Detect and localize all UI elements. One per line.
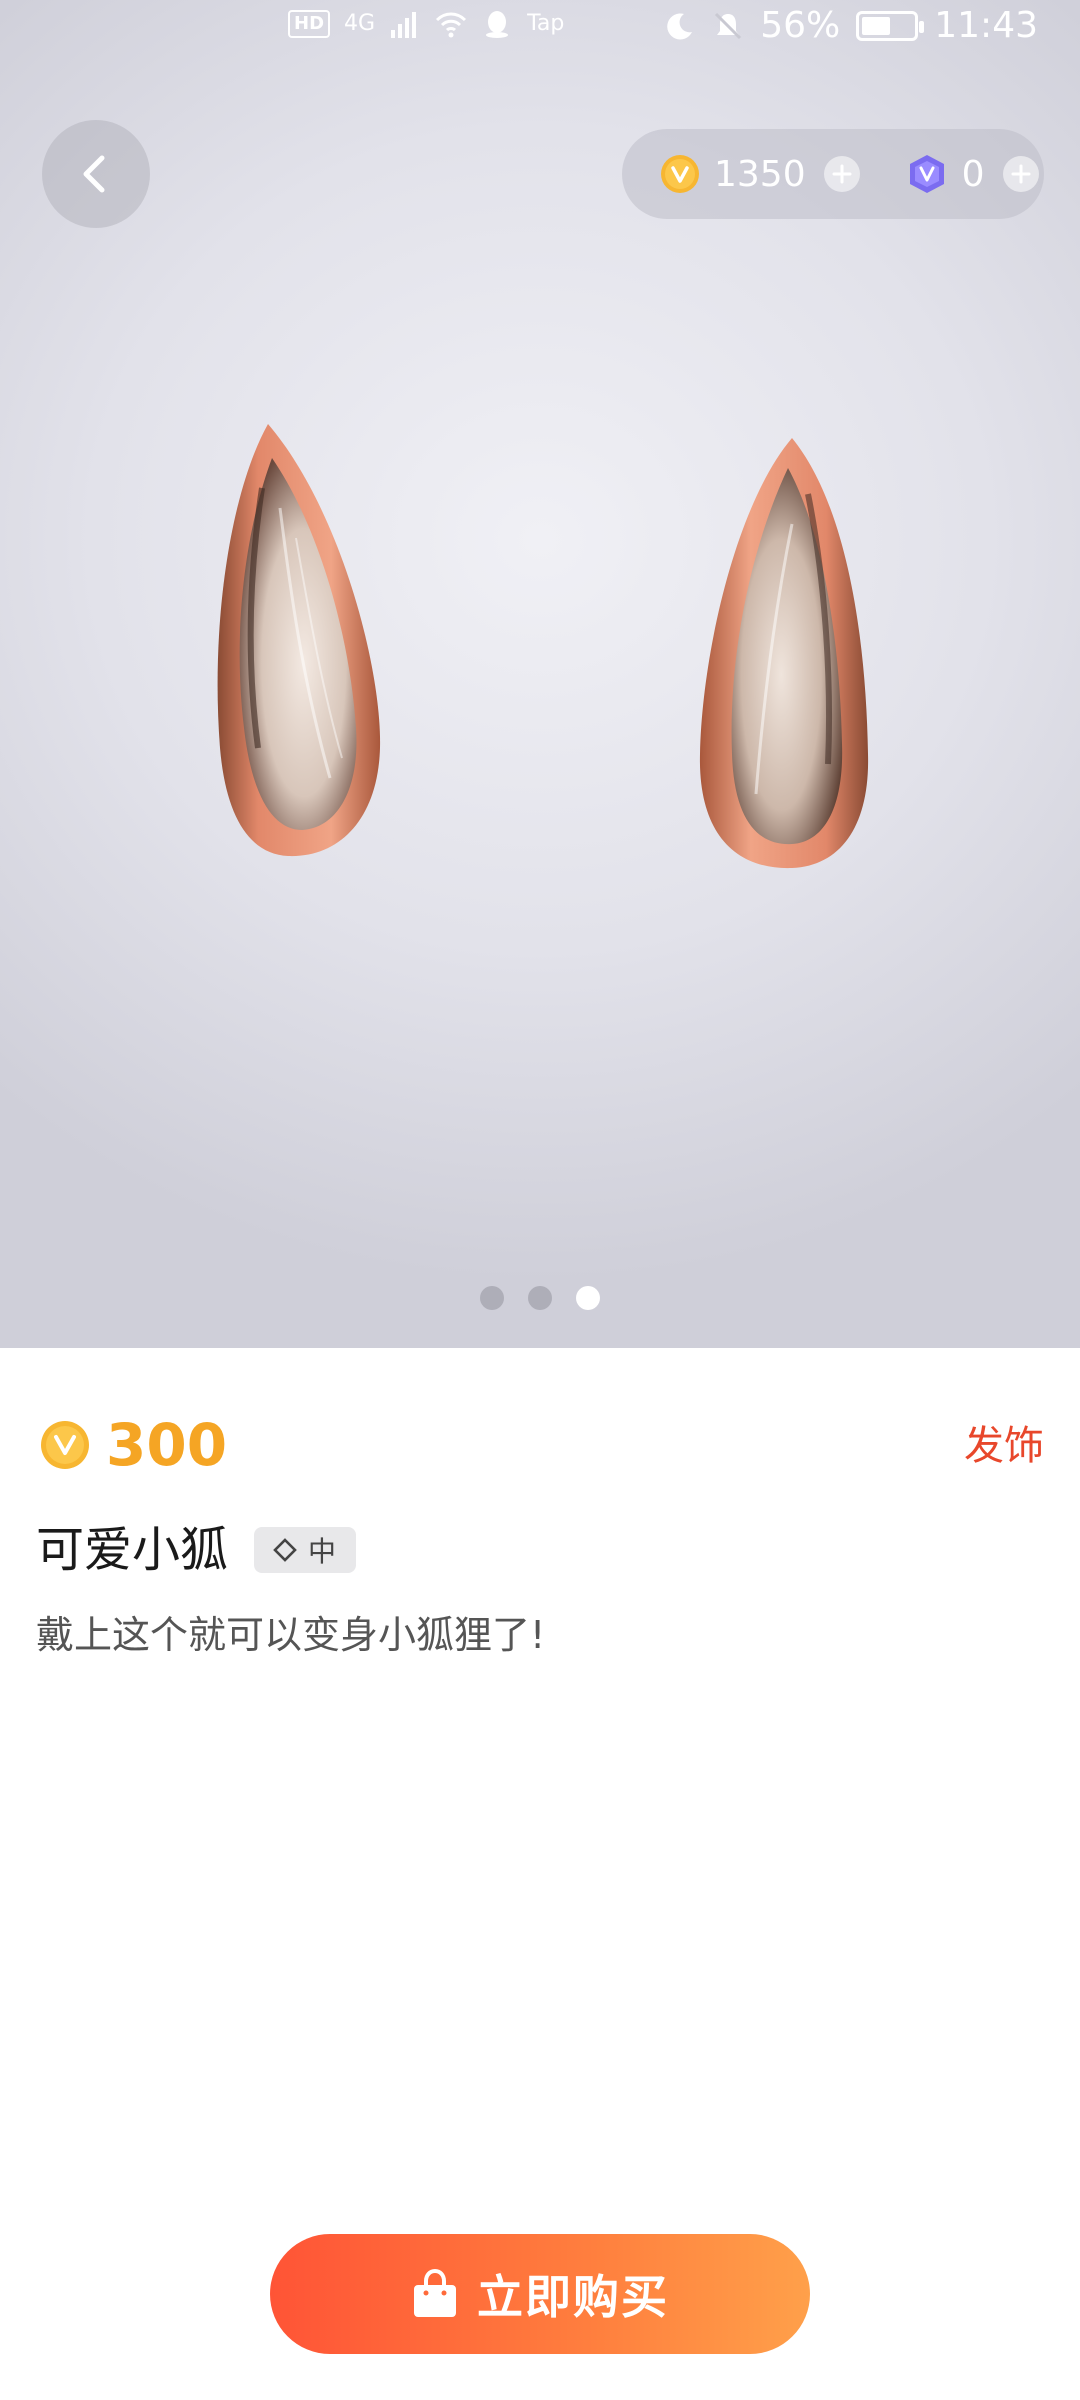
chevron-left-icon xyxy=(83,155,105,193)
fox-ear-left-image xyxy=(217,424,381,857)
item-price: 300 xyxy=(106,1411,228,1479)
v-coin-icon xyxy=(661,155,699,193)
qq-icon xyxy=(486,11,509,38)
item-title-row: 可爱小狐 中 xyxy=(36,1518,357,1582)
preview-pagination xyxy=(0,1286,1080,1310)
pagination-dot[interactable] xyxy=(576,1286,600,1310)
price-row: 300 发饰 xyxy=(40,1410,1044,1480)
add-coins-button[interactable] xyxy=(823,156,860,192)
coin-balance: 1350 xyxy=(660,154,860,195)
battery-icon xyxy=(856,11,925,41)
plus-icon xyxy=(832,164,852,184)
status-bar: HD 4G Tap 56% 11:43 xyxy=(0,0,1080,52)
plus-icon xyxy=(1011,164,1031,184)
battery-percent: 56% xyxy=(760,5,841,46)
item-size-tag: 中 xyxy=(254,1527,357,1573)
item-category: 发饰 xyxy=(964,1423,1044,1469)
v-coin-icon xyxy=(41,1421,89,1469)
add-gems-button[interactable] xyxy=(1002,156,1039,192)
fox-ear-right-image xyxy=(699,438,869,869)
wifi-icon xyxy=(436,12,467,38)
shopping-bag-icon xyxy=(414,2269,456,2317)
currency-balance-bar: 1350 0 xyxy=(622,129,1044,219)
gem-balance-value: 0 xyxy=(961,153,985,195)
buy-now-label: 立即购买 xyxy=(477,2270,669,2324)
pagination-dot[interactable] xyxy=(480,1286,504,1310)
item-description: 戴上这个就可以变身小狐狸了! xyxy=(36,1613,546,1657)
preview-area[interactable]: HD 4G Tap 56% 11:43 1350 0 xyxy=(0,0,1080,1348)
bell-muted-icon xyxy=(715,12,742,40)
item-name: 可爱小狐 xyxy=(36,1522,229,1578)
buy-now-button[interactable]: 立即购买 xyxy=(270,2234,810,2354)
moon-icon xyxy=(667,13,693,40)
tap-app-indicator: Tap xyxy=(527,11,565,36)
pagination-dot[interactable] xyxy=(528,1286,552,1310)
v-gem-icon xyxy=(909,155,944,193)
item-detail-page: HD 4G Tap 56% 11:43 1350 0 300 发饰 可爱小狐 中… xyxy=(0,0,1080,2400)
clock: 11:43 xyxy=(934,5,1038,46)
item-size-tag-label: 中 xyxy=(308,1535,337,1568)
gem-balance: 0 xyxy=(860,153,1039,195)
signal-icon xyxy=(391,12,417,38)
hd-indicator: HD xyxy=(288,10,331,38)
back-button[interactable] xyxy=(42,120,150,228)
diamond-outline-icon xyxy=(273,1538,297,1562)
battery-level-fill xyxy=(862,17,891,35)
network-type: 4G xyxy=(344,11,376,36)
coin-balance-value: 1350 xyxy=(714,153,806,195)
